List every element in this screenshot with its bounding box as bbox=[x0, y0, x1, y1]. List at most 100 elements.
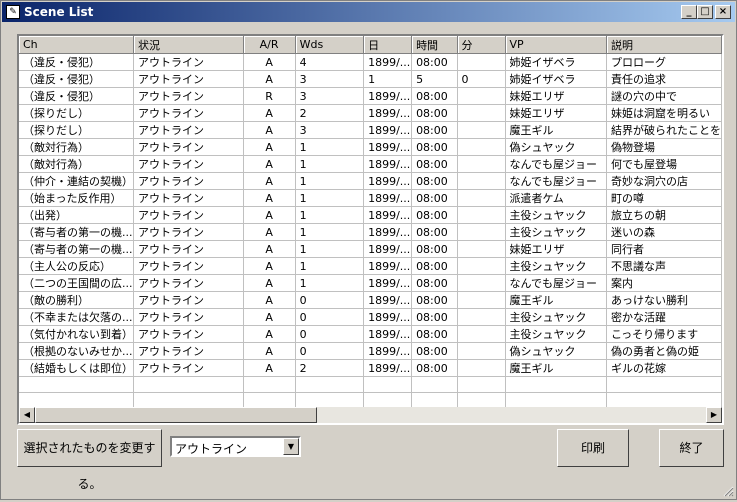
cell-status[interactable]: アウトライン bbox=[133, 189, 244, 207]
cell-minute[interactable] bbox=[457, 308, 506, 326]
table-row[interactable]: （探りだし） アウトライン A 3 1899/... 08:00 魔王ギル 結界が破られたこと… bbox=[19, 121, 722, 139]
cell-day[interactable]: 1899/... bbox=[363, 121, 413, 139]
cell-minute[interactable] bbox=[457, 359, 506, 377]
cell-day[interactable]: 1899/... bbox=[363, 325, 413, 343]
cell-minute[interactable] bbox=[457, 172, 506, 190]
cell-minute[interactable] bbox=[457, 138, 506, 156]
cell-vp[interactable]: 姉姫イザベラ bbox=[505, 53, 607, 71]
cell-wds[interactable]: 3 bbox=[295, 87, 365, 105]
cell-day[interactable]: 1899/... bbox=[363, 172, 413, 190]
cell-time[interactable]: 08:00 bbox=[411, 257, 458, 275]
book-icon[interactable]: ✎ bbox=[6, 5, 20, 19]
cell-minute[interactable] bbox=[457, 155, 506, 173]
cell-description[interactable]: 責任の追求 bbox=[606, 70, 722, 88]
cell-minute[interactable] bbox=[457, 53, 506, 71]
cell-time[interactable]: 08:00 bbox=[411, 240, 458, 258]
cell-day[interactable]: 1899/... bbox=[363, 308, 413, 326]
cell-wds[interactable]: 2 bbox=[295, 359, 365, 377]
table-row[interactable]: （気付かれない到着） アウトライン A 0 1899/... 08:00 主役シュヤック こっ… bbox=[19, 325, 722, 343]
cell-vp[interactable]: 主役シュヤック bbox=[505, 206, 607, 224]
cell-ar[interactable]: A bbox=[243, 223, 296, 241]
cell-description[interactable]: 不思議な声 bbox=[606, 257, 722, 275]
cell-minute[interactable] bbox=[457, 189, 506, 207]
cell-ch[interactable]: （寄与者の第一の機... bbox=[19, 240, 134, 258]
cell-description[interactable]: 旅立ちの朝 bbox=[606, 206, 722, 224]
cell-ch[interactable]: （違反・侵犯） bbox=[19, 70, 134, 88]
empty-row[interactable] bbox=[19, 392, 722, 407]
cell-ch[interactable]: （探りだし） bbox=[19, 121, 134, 139]
cell-day[interactable]: 1899/... bbox=[363, 359, 413, 377]
table-row[interactable]: （探りだし） アウトライン A 2 1899/... 08:00 妹姫エリザ 妹姫は洞窟を明る… bbox=[19, 104, 722, 122]
cell-time[interactable]: 08:00 bbox=[411, 291, 458, 309]
chevron-down-icon[interactable]: ▼ bbox=[283, 438, 299, 455]
cell-wds[interactable]: 1 bbox=[295, 257, 365, 275]
column-header-time[interactable]: 時間 bbox=[411, 36, 458, 54]
cell-vp[interactable]: 主役シュヤック bbox=[505, 325, 607, 343]
cell-description[interactable]: 迷いの森 bbox=[606, 223, 722, 241]
table-row[interactable]: （敵の勝利） アウトライン A 0 1899/... 08:00 魔王ギル あっけない勝利 bbox=[19, 291, 722, 309]
scroll-left-icon[interactable]: ◀ bbox=[19, 407, 35, 423]
cell-time[interactable]: 08:00 bbox=[411, 308, 458, 326]
cell-ar[interactable]: A bbox=[243, 104, 296, 122]
cell-minute[interactable] bbox=[457, 104, 506, 122]
cell-minute[interactable] bbox=[457, 206, 506, 224]
cell-wds[interactable]: 1 bbox=[295, 240, 365, 258]
table-row[interactable]: （違反・侵犯） アウトライン A 3 1 5 0 姉姫イザベラ 責任の追求 bbox=[19, 70, 722, 88]
table-row[interactable]: （違反・侵犯） アウトライン R 3 1899/... 08:00 妹姫エリザ 謎の穴の中で bbox=[19, 87, 722, 105]
cell-vp[interactable]: 主役シュヤック bbox=[505, 308, 607, 326]
print-button[interactable]: 印刷 bbox=[557, 429, 629, 467]
cell-day[interactable]: 1899/... bbox=[363, 53, 413, 71]
cell-minute[interactable] bbox=[457, 87, 506, 105]
cell-vp[interactable]: なんでも屋ジョー bbox=[505, 274, 607, 292]
cell-ar[interactable]: A bbox=[243, 308, 296, 326]
table-row[interactable]: （二つの王国間の広... アウトライン A 1 1899/... 08:00 なんでも屋ジョ… bbox=[19, 274, 722, 292]
cell-time[interactable]: 08:00 bbox=[411, 87, 458, 105]
cell-minute[interactable] bbox=[457, 257, 506, 275]
cell-day[interactable]: 1899/... bbox=[363, 274, 413, 292]
cell-ch[interactable]: （違反・侵犯） bbox=[19, 87, 134, 105]
cell-ar[interactable]: A bbox=[243, 359, 296, 377]
cell-description[interactable]: 偽物登場 bbox=[606, 138, 722, 156]
cell-ar[interactable]: A bbox=[243, 325, 296, 343]
cell-ch[interactable]: （二つの王国間の広... bbox=[19, 274, 134, 292]
cell-wds[interactable]: 1 bbox=[295, 138, 365, 156]
scrollbar-thumb[interactable] bbox=[35, 407, 317, 423]
cell-status[interactable]: アウトライン bbox=[133, 53, 244, 71]
cell-status[interactable]: アウトライン bbox=[133, 121, 244, 139]
cell-wds[interactable]: 1 bbox=[295, 155, 365, 173]
table-row[interactable]: （違反・侵犯） アウトライン A 4 1899/... 08:00 姉姫イザベラ プロローグ bbox=[19, 53, 722, 71]
cell-ar[interactable]: A bbox=[243, 240, 296, 258]
cell-time[interactable]: 08:00 bbox=[411, 342, 458, 360]
cell-ch[interactable]: （始まった反作用） bbox=[19, 189, 134, 207]
cell-time[interactable]: 08:00 bbox=[411, 104, 458, 122]
close-button[interactable]: × bbox=[715, 5, 731, 19]
cell-wds[interactable]: 1 bbox=[295, 274, 365, 292]
cell-vp[interactable]: 魔王ギル bbox=[505, 359, 607, 377]
cell-day[interactable]: 1899/... bbox=[363, 189, 413, 207]
cell-vp[interactable]: 妹姫エリザ bbox=[505, 104, 607, 122]
cell-time[interactable]: 08:00 bbox=[411, 189, 458, 207]
column-header-day[interactable]: 日 bbox=[363, 36, 413, 54]
cell-minute[interactable] bbox=[457, 325, 506, 343]
cell-ar[interactable]: R bbox=[243, 87, 296, 105]
cell-vp[interactable]: なんでも屋ジョー bbox=[505, 155, 607, 173]
cell-ch[interactable]: （結婚もしくは即位） bbox=[19, 359, 134, 377]
cell-day[interactable]: 1899/... bbox=[363, 240, 413, 258]
table-row[interactable]: （敵対行為） アウトライン A 1 1899/... 08:00 なんでも屋ジョー 何でも屋登… bbox=[19, 155, 722, 173]
cell-wds[interactable]: 3 bbox=[295, 70, 365, 88]
cell-ch[interactable]: （敵対行為） bbox=[19, 138, 134, 156]
cell-description[interactable]: プロローグ bbox=[606, 53, 722, 71]
cell-wds[interactable]: 0 bbox=[295, 342, 365, 360]
title-bar[interactable]: ✎ Scene List _ □ × bbox=[2, 2, 735, 22]
cell-description[interactable]: 妹姫は洞窟を明るい bbox=[606, 104, 722, 122]
scroll-right-icon[interactable]: ▶ bbox=[706, 407, 722, 423]
cell-vp[interactable]: 偽シュヤック bbox=[505, 342, 607, 360]
cell-ar[interactable]: A bbox=[243, 206, 296, 224]
cell-status[interactable]: アウトライン bbox=[133, 308, 244, 326]
cell-status[interactable]: アウトライン bbox=[133, 70, 244, 88]
scene-grid[interactable]: Ch 状況 A/R Wds 日 時間 分 VP 説明 （違反・侵犯） アウトライン… bbox=[17, 34, 724, 425]
cell-day[interactable]: 1899/... bbox=[363, 223, 413, 241]
horizontal-scrollbar[interactable]: ◀ ▶ bbox=[19, 407, 722, 423]
minimize-button[interactable]: _ bbox=[681, 5, 697, 19]
cell-day[interactable]: 1899/... bbox=[363, 104, 413, 122]
